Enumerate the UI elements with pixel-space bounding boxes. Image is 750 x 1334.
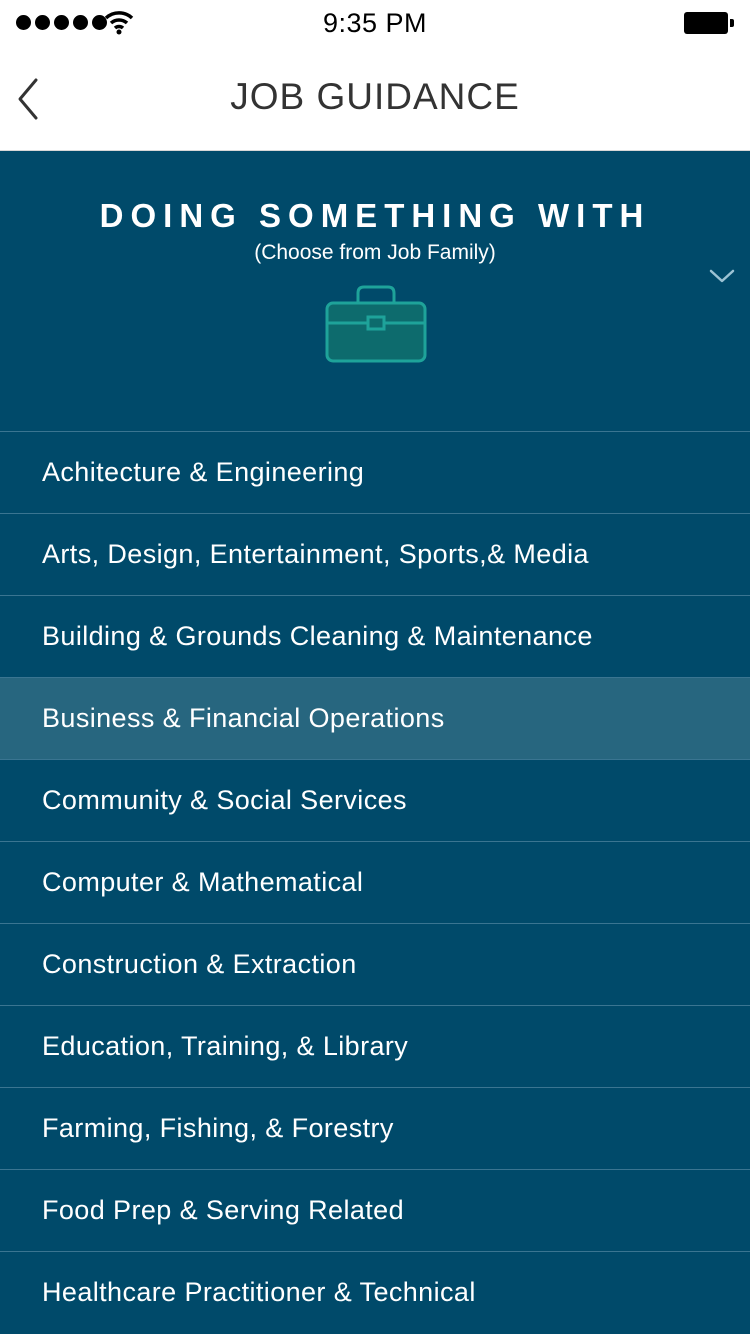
list-item-label: Achitecture & Engineering bbox=[42, 457, 365, 487]
list-item[interactable]: Arts, Design, Entertainment, Sports,& Me… bbox=[0, 513, 750, 595]
list-item[interactable]: Computer & Mathematical bbox=[0, 841, 750, 923]
list-item-label: Construction & Extraction bbox=[42, 949, 357, 979]
list-item[interactable]: Construction & Extraction bbox=[0, 923, 750, 1005]
job-family-header: DOING SOMETHING WITH (Choose from Job Fa… bbox=[0, 151, 750, 431]
list-item[interactable]: Achitecture & Engineering bbox=[0, 431, 750, 513]
briefcase-icon bbox=[325, 285, 427, 363]
list-item-label: Computer & Mathematical bbox=[42, 867, 364, 897]
battery-icon bbox=[684, 12, 734, 34]
status-time: 9:35 PM bbox=[322, 8, 428, 38]
list-item[interactable]: Farming, Fishing, & Forestry bbox=[0, 1087, 750, 1169]
list-item[interactable]: Healthcare Practitioner & Technical bbox=[0, 1251, 750, 1333]
job-family-list: Achitecture & Engineering Arts, Design, E… bbox=[0, 431, 750, 1333]
list-item-label: Healthcare Practitioner & Technical bbox=[42, 1277, 476, 1307]
section-subtitle: (Choose from Job Family) bbox=[254, 241, 496, 264]
status-bar: 9:35 PM bbox=[0, 0, 750, 46]
list-item[interactable]: Education, Training, & Library bbox=[0, 1005, 750, 1087]
navigation-bar: JOB GUIDANCE bbox=[0, 46, 750, 151]
list-item[interactable]: Community & Social Services bbox=[0, 759, 750, 841]
section-title: DOING SOMETHING WITH bbox=[99, 197, 651, 234]
list-item[interactable]: Food Prep & Serving Related bbox=[0, 1169, 750, 1251]
list-item-label: Business & Financial Operations bbox=[42, 703, 445, 733]
list-item-label: Food Prep & Serving Related bbox=[42, 1195, 404, 1225]
list-item-label: Education, Training, & Library bbox=[42, 1031, 409, 1061]
list-item[interactable]: Building & Grounds Cleaning & Maintenanc… bbox=[0, 595, 750, 677]
list-item-label: Farming, Fishing, & Forestry bbox=[42, 1113, 394, 1143]
list-item-label: Building & Grounds Cleaning & Maintenanc… bbox=[42, 621, 593, 651]
chevron-down-icon[interactable] bbox=[708, 267, 736, 285]
list-item[interactable]: Business & Financial Operations bbox=[0, 677, 750, 759]
list-item-label: Community & Social Services bbox=[42, 785, 407, 815]
page-title: JOB GUIDANCE bbox=[230, 76, 520, 117]
list-item-label: Arts, Design, Entertainment, Sports,& Me… bbox=[42, 539, 589, 569]
